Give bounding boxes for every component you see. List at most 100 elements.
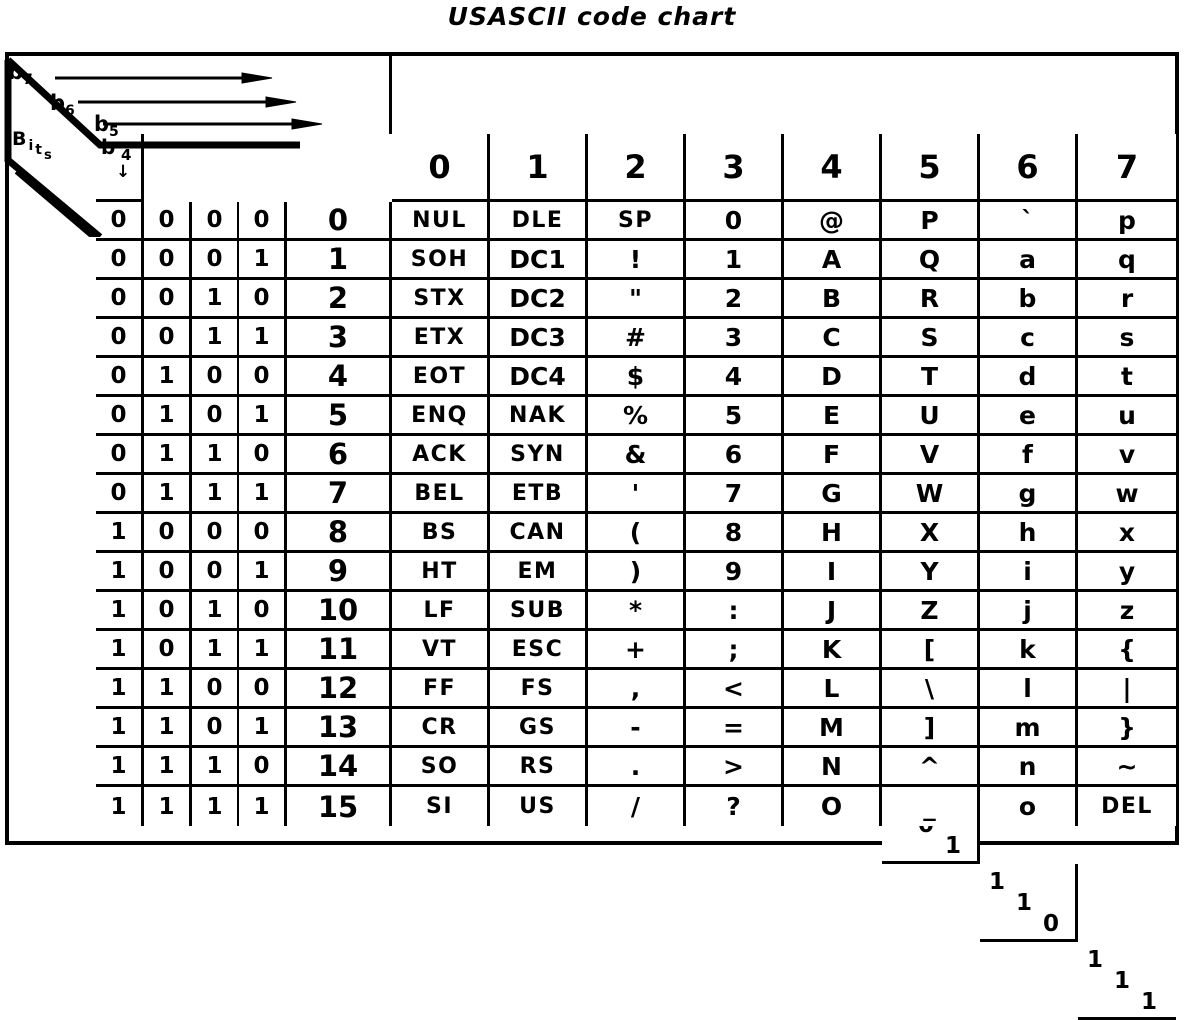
row-8-bit1-value: 0 <box>239 514 287 553</box>
cell-col7-row8: x <box>1078 514 1176 553</box>
cell-col1-row4: DC4 <box>490 358 588 397</box>
cell-col7-row13: } <box>1078 709 1176 748</box>
cell-col5-row11: [ <box>882 631 980 670</box>
column-number-7: 7 <box>1078 134 1176 202</box>
cell-col4-row13: M <box>784 709 882 748</box>
cell-col1-row11: ESC <box>490 631 588 670</box>
cell-col1-row10: SUB <box>490 592 588 631</box>
cell-col6-row5: e <box>980 397 1078 436</box>
cell-col1-row1: DC1 <box>490 241 588 280</box>
cell-col5-row9: Y <box>882 553 980 592</box>
column-number-1: 1 <box>490 134 588 202</box>
row-13-bit2-value: 0 <box>192 709 240 748</box>
row-3-bit2-value: 1 <box>192 319 240 358</box>
row-4-bit2-value: 0 <box>192 358 240 397</box>
row-4-bit4-value: 0 <box>96 358 144 397</box>
cell-col3-row10: : <box>686 592 784 631</box>
cell-col7-row1: q <box>1078 241 1176 280</box>
row-7-bit2-value: 1 <box>192 475 240 514</box>
cell-col7-row9: y <box>1078 553 1176 592</box>
row-12-bit2-value: 0 <box>192 670 240 709</box>
bit5-value: 1 <box>945 833 962 859</box>
cell-col6-row11: k <box>980 631 1078 670</box>
row-1-bit4-value: 0 <box>96 241 144 280</box>
cell-col6-row4: d <box>980 358 1078 397</box>
row-13-bit4-value: 1 <box>96 709 144 748</box>
cell-col3-row15: ? <box>686 787 784 826</box>
row-12-bit4-value: 1 <box>96 670 144 709</box>
cell-col2-row9: ) <box>588 553 686 592</box>
column-number-6: 6 <box>980 134 1078 202</box>
bit-direction-arrows <box>55 72 323 130</box>
row-1-bit3-value: 0 <box>144 241 192 280</box>
cell-col0-row1: SOH <box>392 241 490 280</box>
cell-col0-row2: STX <box>392 280 490 319</box>
cell-col7-row4: t <box>1078 358 1176 397</box>
cell-col2-row6: & <box>588 436 686 475</box>
cell-col5-row10: Z <box>882 592 980 631</box>
row-number-9: 9 <box>287 553 392 592</box>
cell-col5-row8: X <box>882 514 980 553</box>
cell-col0-row11: VT <box>392 631 490 670</box>
row-0-bit2-value: 0 <box>192 202 240 241</box>
row-5-bit1-value: 1 <box>239 397 287 436</box>
row-number-13: 13 <box>287 709 392 748</box>
cell-col4-row14: N <box>784 748 882 787</box>
row-7-bit4-value: 0 <box>96 475 144 514</box>
cell-col2-row2: " <box>588 280 686 319</box>
cell-col1-row7: ETB <box>490 475 588 514</box>
row-8-bit2-value: 0 <box>192 514 240 553</box>
cell-col4-row8: H <box>784 514 882 553</box>
row-7-bit1-value: 1 <box>239 475 287 514</box>
row-3-bit3-value: 0 <box>144 319 192 358</box>
cell-col3-row8: 8 <box>686 514 784 553</box>
cell-col5-row3: S <box>882 319 980 358</box>
bit5-value: 0 <box>1043 911 1060 937</box>
cell-col2-row1: ! <box>588 241 686 280</box>
cell-col6-row15: o <box>980 787 1078 826</box>
row-0-bit3-value: 0 <box>144 202 192 241</box>
cell-col2-row13: - <box>588 709 686 748</box>
cell-col4-row3: C <box>784 319 882 358</box>
cell-col2-row4: $ <box>588 358 686 397</box>
row-4-bit1-value: 0 <box>239 358 287 397</box>
bit7-value: 1 <box>1087 947 1104 973</box>
cell-col0-row5: ENQ <box>392 397 490 436</box>
cell-col1-row0: DLE <box>490 202 588 241</box>
cell-col2-row10: * <box>588 592 686 631</box>
cell-col5-row6: V <box>882 436 980 475</box>
row-number-0: 0 <box>287 202 392 241</box>
row-number-1: 1 <box>287 241 392 280</box>
row-number-3: 3 <box>287 319 392 358</box>
row-11-bit2-value: 1 <box>192 631 240 670</box>
cell-col5-row15: _ <box>882 787 980 826</box>
row-15-bit1-value: 1 <box>239 787 287 826</box>
cell-col2-row15: / <box>588 787 686 826</box>
cell-col0-row4: EOT <box>392 358 490 397</box>
row-0-bit1-value: 0 <box>239 202 287 241</box>
row-11-bit1-value: 1 <box>239 631 287 670</box>
bit-header-b4: b 4 ↓ <box>96 134 144 202</box>
column-bitpattern-6: 110 <box>980 864 1078 942</box>
row-10-bit3-value: 0 <box>144 592 192 631</box>
row-8-bit3-value: 0 <box>144 514 192 553</box>
cell-col6-row10: j <box>980 592 1078 631</box>
cell-col1-row5: NAK <box>490 397 588 436</box>
cell-col0-row8: BS <box>392 514 490 553</box>
cell-col0-row13: CR <box>392 709 490 748</box>
row-13-bit3-value: 1 <box>144 709 192 748</box>
row-number-8: 8 <box>287 514 392 553</box>
row-number-11: 11 <box>287 631 392 670</box>
row-9-bit2-value: 0 <box>192 553 240 592</box>
row-number-6: 6 <box>287 436 392 475</box>
row-number-4: 4 <box>287 358 392 397</box>
row-15-bit4-value: 1 <box>96 787 144 826</box>
cell-col6-row6: f <box>980 436 1078 475</box>
row-1-bit2-value: 0 <box>192 241 240 280</box>
column-number-2: 2 <box>588 134 686 202</box>
row-2-bit1-value: 0 <box>239 280 287 319</box>
bit7-value: 1 <box>989 869 1006 895</box>
cell-col4-row6: F <box>784 436 882 475</box>
cell-col2-row7: ' <box>588 475 686 514</box>
cell-col0-row15: SI <box>392 787 490 826</box>
